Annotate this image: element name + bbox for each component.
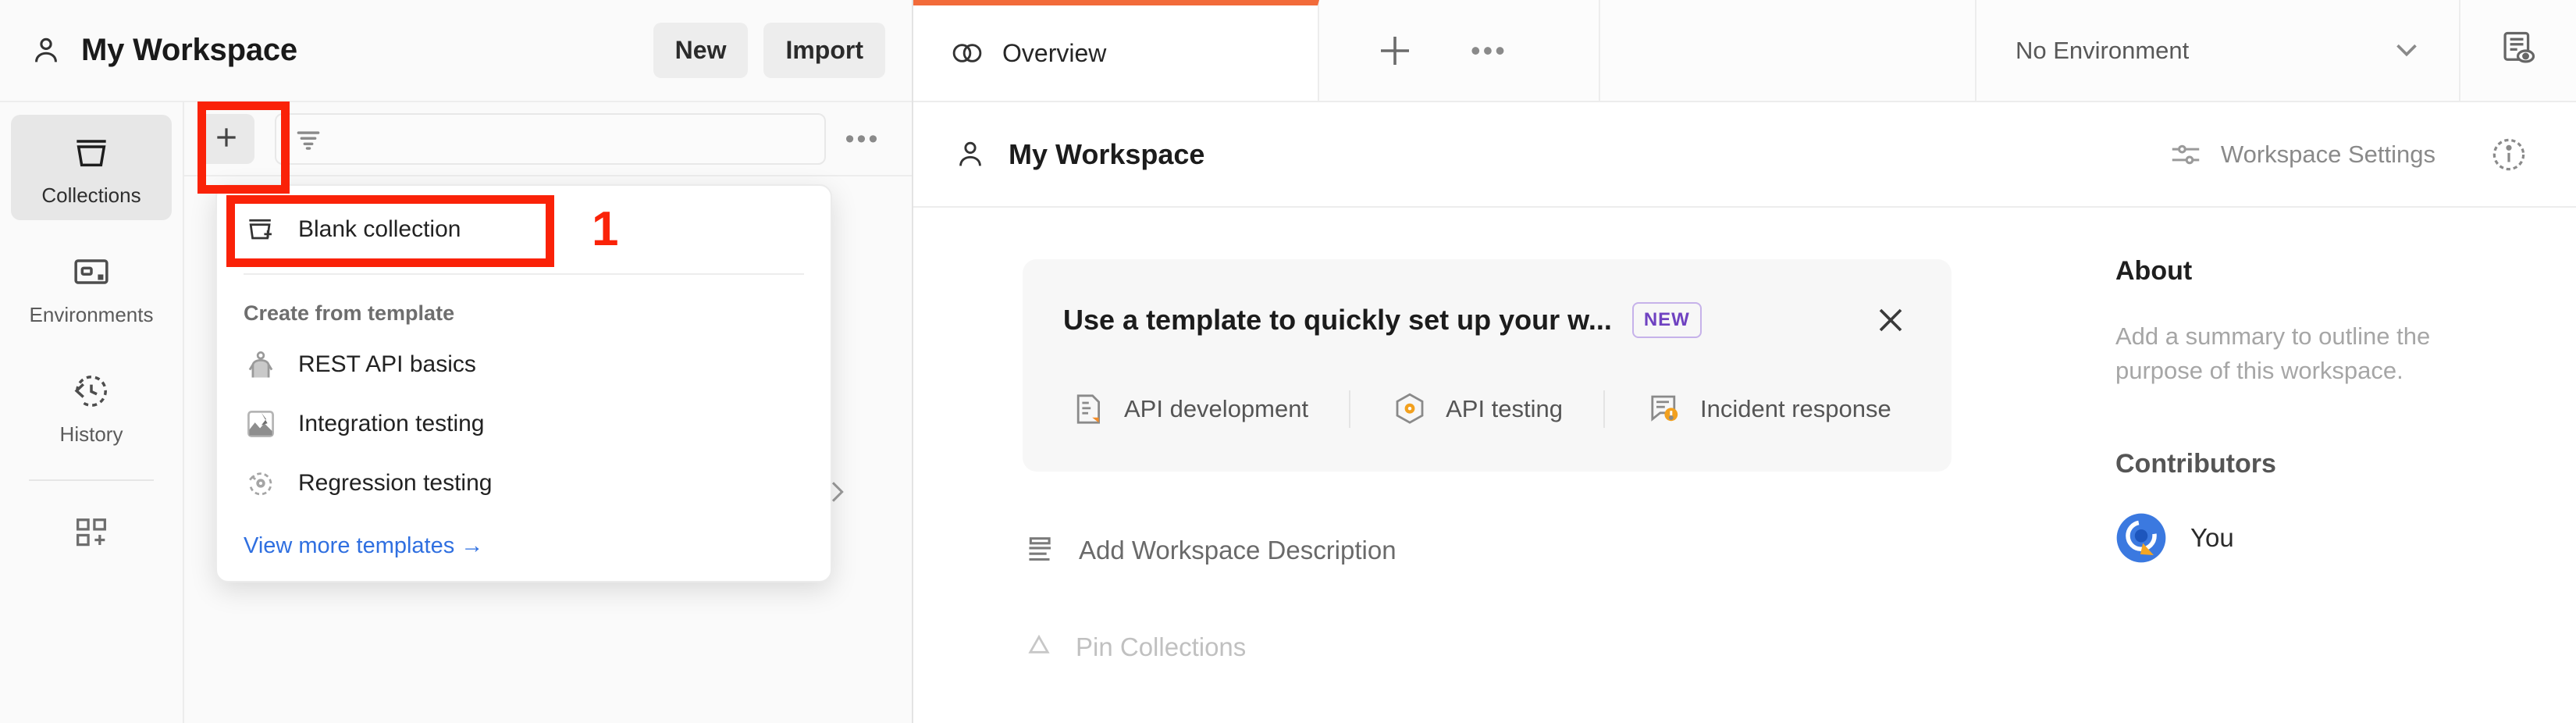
workspace-header: My Workspace New Import <box>0 0 912 102</box>
overview-icon <box>949 35 985 71</box>
pin-collections-label: Pin Collections <box>1076 632 1246 662</box>
template-chip-api-testing-label: API testing <box>1446 395 1563 423</box>
pin-icon <box>1023 631 1055 664</box>
sidebar-item-collections[interactable]: Collections <box>11 115 172 220</box>
menu-divider <box>244 273 804 275</box>
tab-overview[interactable]: Overview <box>913 0 1319 101</box>
postman-app-window: My Workspace New Import Collections <box>0 0 2576 723</box>
sidebar-item-environments-label: Environments <box>30 303 154 327</box>
collections-more-button[interactable]: ••• <box>837 116 888 162</box>
import-button[interactable]: Import <box>763 23 885 78</box>
pin-collections-button[interactable]: Pin Collections <box>1023 631 2061 664</box>
add-workspace-description-button[interactable]: Add Workspace Description <box>1023 532 1647 568</box>
menu-item-regression-testing[interactable]: Regression testing <box>217 454 831 513</box>
template-promo-header: Use a template to quickly set up your w.… <box>1063 300 1911 340</box>
collection-icon <box>69 130 113 174</box>
close-icon[interactable] <box>1870 300 1911 340</box>
sidebar-item-add-module[interactable] <box>11 504 172 565</box>
menu-item-blank-collection-label: Blank collection <box>298 216 461 243</box>
about-sidebar: About Add a summary to outline the purpo… <box>2061 208 2576 723</box>
menu-item-rest-api-basics-label: REST API basics <box>298 351 476 378</box>
sidebar-item-collections-label: Collections <box>41 183 141 208</box>
contributor-row[interactable]: You <box>2115 512 2576 564</box>
environment-selector[interactable]: No Environment <box>1975 0 2459 101</box>
create-new-button[interactable] <box>198 114 254 164</box>
menu-item-integration-testing-label: Integration testing <box>298 411 485 437</box>
menu-item-regression-testing-label: Regression testing <box>298 470 492 497</box>
about-summary: Add a summary to outline the purpose of … <box>2115 319 2482 388</box>
template-chip-incident-response[interactable]: Incident response <box>1603 390 1932 428</box>
page-title: My Workspace <box>1009 138 2168 171</box>
right-panel: Overview ••• No Environment <box>913 0 2576 723</box>
workspace-subbar: My Workspace Workspace Settings <box>913 102 2576 208</box>
template-chip-incident-response-label: Incident response <box>1700 395 1891 423</box>
tab-actions: ••• <box>1319 0 1600 101</box>
person-icon <box>952 137 988 173</box>
menu-item-integration-testing[interactable]: Integration testing <box>217 394 831 454</box>
contributors-heading: Contributors <box>2115 449 2576 479</box>
avatar <box>2115 512 2167 564</box>
environment-quick-look-icon <box>2498 28 2539 73</box>
add-module-icon <box>71 512 112 557</box>
new-tab-button[interactable] <box>1374 30 1416 72</box>
incident-response-icon <box>1646 390 1683 428</box>
regression-testing-icon <box>244 466 278 500</box>
new-button[interactable]: New <box>653 23 749 78</box>
template-chip-list: API development API testing <box>1063 390 1911 428</box>
api-development-icon <box>1069 390 1107 428</box>
integration-testing-icon <box>244 407 278 441</box>
environment-selector-label: No Environment <box>2016 37 2189 65</box>
template-chip-api-testing[interactable]: API testing <box>1349 390 1603 428</box>
tab-overview-label: Overview <box>1002 39 1106 68</box>
filter-icon <box>294 124 323 154</box>
search-input[interactable] <box>337 126 807 151</box>
sidebar-item-history-label: History <box>60 422 123 447</box>
sidebar-item-history[interactable]: History <box>11 354 172 459</box>
rest-api-basics-icon <box>244 347 278 382</box>
tab-bar-spacer <box>1600 0 1975 101</box>
sidebar-rail: Collections Environments <box>0 102 184 723</box>
person-icon <box>28 33 64 69</box>
workspace-title: My Workspace <box>81 33 638 68</box>
tab-options-button[interactable]: ••• <box>1471 37 1507 65</box>
description-icon <box>1023 532 1059 568</box>
template-chip-api-development[interactable]: API development <box>1063 390 1349 428</box>
workspace-settings-button[interactable]: Workspace Settings <box>2168 137 2435 173</box>
annotation-step-1: 1 <box>592 205 618 254</box>
about-heading: About <box>2115 256 2576 287</box>
contributor-name: You <box>2190 523 2234 553</box>
api-testing-icon <box>1391 390 1429 428</box>
template-promo-title: Use a template to quickly set up your w.… <box>1063 304 1612 337</box>
add-workspace-description-label: Add Workspace Description <box>1079 536 1397 565</box>
left-panel: My Workspace New Import Collections <box>0 0 913 723</box>
create-new-dropdown-menu: Blank collection Create from template RE… <box>215 184 832 582</box>
view-more-templates-link[interactable]: View more templates → <box>217 513 831 564</box>
tab-bar: Overview ••• No Environment <box>913 0 2576 102</box>
search-bar[interactable] <box>275 113 826 165</box>
sliders-icon <box>2168 137 2204 173</box>
template-chip-api-development-label: API development <box>1124 395 1308 423</box>
environment-quick-look-button[interactable] <box>2459 0 2576 101</box>
blank-collection-icon <box>244 212 278 247</box>
menu-item-blank-collection[interactable]: Blank collection <box>217 200 831 259</box>
overview-content: Use a template to quickly set up your w.… <box>913 208 2576 723</box>
status-badge: NEW <box>1632 302 1702 338</box>
rail-divider <box>29 479 154 481</box>
template-promo-card: Use a template to quickly set up your w.… <box>1023 259 1952 472</box>
menu-item-rest-api-basics[interactable]: REST API basics <box>217 335 831 394</box>
collections-toolbar: ••• <box>184 102 912 176</box>
menu-section-title: Create from template <box>217 289 831 335</box>
plus-icon <box>211 122 242 155</box>
environment-icon <box>69 250 113 294</box>
history-icon <box>69 369 113 413</box>
sidebar-item-environments[interactable]: Environments <box>11 234 172 340</box>
overview-main-column: Use a template to quickly set up your w.… <box>913 208 2061 723</box>
info-circle-icon[interactable] <box>2489 134 2529 175</box>
chevron-down-icon <box>2389 30 2425 70</box>
workspace-settings-label: Workspace Settings <box>2221 141 2435 169</box>
